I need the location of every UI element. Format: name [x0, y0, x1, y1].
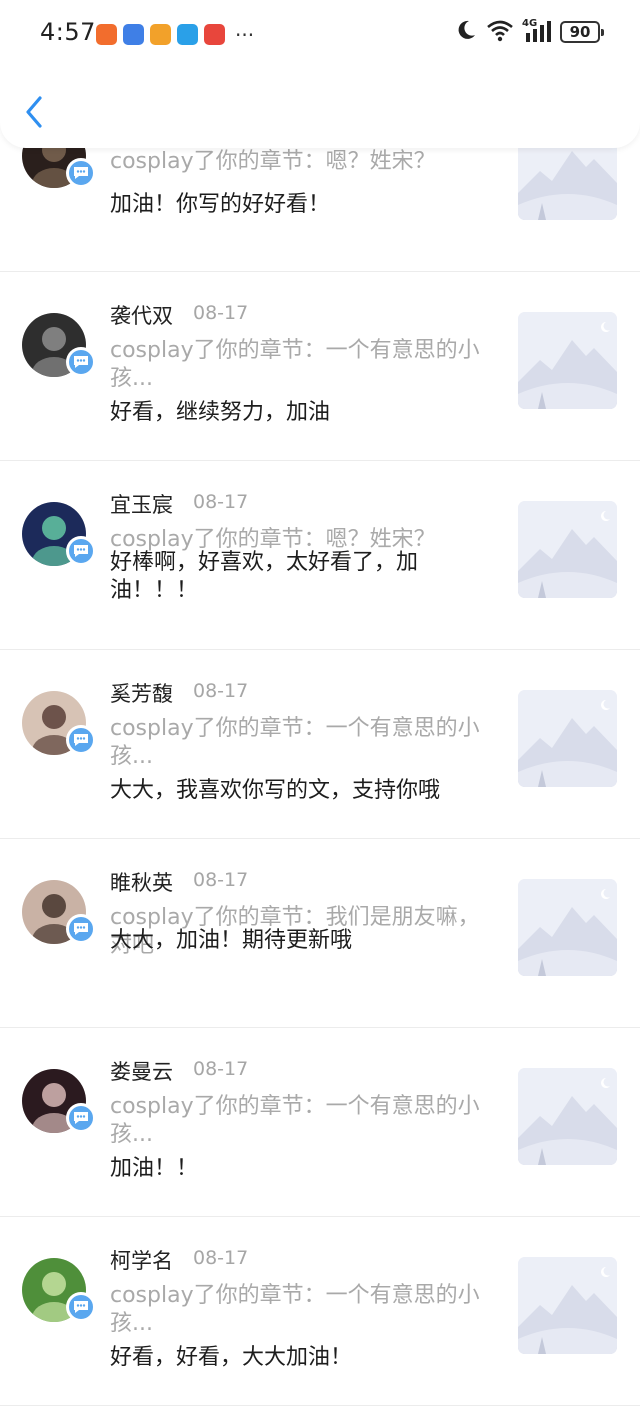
status-right-group: 4G 90 — [454, 18, 604, 46]
comment-item[interactable]: 睢秋英 08-17 cosplay了你的章节：我们是朋友嘛，对吧 大大，加油！期… — [0, 839, 640, 1028]
comment-text: 好看，继续努力，加油 — [110, 400, 331, 425]
chapter-reference[interactable]: cosplay了你的章节：一个有意思的小孩... — [110, 337, 500, 393]
image-placeholder-icon — [518, 312, 617, 409]
app-icon-4 — [177, 24, 198, 45]
image-placeholder-icon — [518, 501, 617, 598]
image-placeholder-icon — [518, 690, 617, 787]
moon-icon — [454, 18, 478, 46]
signal-icon: 4G — [522, 18, 552, 44]
comment-badge-icon — [66, 725, 96, 755]
comment-text: 加油！你写的好好看！ — [110, 192, 331, 217]
comment-text: 大大，我喜欢你写的文，支持你哦 — [110, 778, 441, 803]
chapter-thumbnail[interactable] — [518, 879, 617, 976]
post-date: 08-17 — [193, 680, 249, 702]
comment-item[interactable]: 奚芳馥 08-17 cosplay了你的章节：一个有意思的小孩... 大大，我喜… — [0, 650, 640, 839]
post-date: 08-17 — [193, 1247, 249, 1269]
comment-badge-icon — [66, 347, 96, 377]
comment-badge-icon — [66, 536, 96, 566]
image-placeholder-icon — [518, 1068, 617, 1165]
chapter-reference[interactable]: cosplay了你的章节：嗯？姓宋？ — [110, 148, 500, 176]
comment-text: 好看，好看，大大加油！ — [110, 1345, 353, 1370]
user-name[interactable]: 奚芳馥 — [110, 678, 173, 708]
post-date: 08-17 — [193, 491, 249, 513]
avatar-wrap — [22, 313, 96, 385]
post-date: 08-17 — [193, 1058, 249, 1080]
battery-icon: 90 — [560, 21, 604, 43]
comment-badge-icon — [66, 1103, 96, 1133]
more-notifications-icon: ··· — [235, 22, 255, 47]
chapter-thumbnail[interactable] — [518, 1257, 617, 1354]
avatar-wrap — [22, 691, 96, 763]
top-nav-bar — [0, 62, 640, 148]
wifi-icon — [486, 18, 514, 46]
user-name[interactable]: 柯学名 — [110, 1245, 173, 1275]
status-time: 4:57 — [40, 18, 96, 46]
back-button[interactable] — [20, 92, 52, 132]
post-date: 08-17 — [193, 302, 249, 324]
chapter-thumbnail[interactable] — [518, 1068, 617, 1165]
chapter-reference[interactable]: cosplay了你的章节：一个有意思的小孩... — [110, 715, 500, 771]
comment-item[interactable]: 娄曼云 08-17 cosplay了你的章节：一个有意思的小孩... 加油！！ — [0, 1028, 640, 1217]
avatar-wrap — [22, 1258, 96, 1330]
user-name[interactable]: 宜玉宸 — [110, 489, 173, 519]
comment-list: 明骏年 08-17 cosplay了你的章节：嗯？姓宋？ 加油！你写的好好看！ — [0, 83, 640, 1406]
chapter-thumbnail[interactable] — [518, 312, 617, 409]
avatar-wrap — [22, 880, 96, 952]
avatar-wrap — [22, 502, 96, 574]
comment-badge-icon — [66, 1292, 96, 1322]
image-placeholder-icon — [518, 879, 617, 976]
comment-text: 大大，加油！期待更新哦 — [110, 928, 353, 953]
status-bar: 4:57 ··· 4G 90 — [0, 0, 640, 70]
app-icon-3 — [150, 24, 171, 45]
user-name[interactable]: 娄曼云 — [110, 1056, 173, 1086]
app-icon-2 — [123, 24, 144, 45]
comment-text: 加油！！ — [110, 1156, 199, 1181]
image-placeholder-icon — [518, 1257, 617, 1354]
notification-app-icons: ··· — [96, 24, 254, 45]
post-date: 08-17 — [193, 869, 249, 891]
comment-item[interactable]: 袭代双 08-17 cosplay了你的章节：一个有意思的小孩... 好看，继续… — [0, 272, 640, 461]
comment-badge-icon — [66, 158, 96, 188]
app-icon-1 — [96, 24, 117, 45]
comment-badge-icon — [66, 914, 96, 944]
user-name[interactable]: 袭代双 — [110, 300, 173, 330]
chapter-thumbnail[interactable] — [518, 501, 617, 598]
comment-item[interactable]: 宜玉宸 08-17 cosplay了你的章节：嗯？姓宋？ 好棒啊，好喜欢，太好看… — [0, 461, 640, 650]
chapter-reference[interactable]: cosplay了你的章节：一个有意思的小孩... — [110, 1093, 500, 1149]
chevron-left-icon — [26, 96, 42, 128]
avatar-wrap — [22, 1069, 96, 1141]
chapter-thumbnail[interactable] — [518, 690, 617, 787]
comment-text: 好棒啊，好喜欢，太好看了，加油！！！ — [110, 550, 419, 603]
chapter-reference[interactable]: cosplay了你的章节：一个有意思的小孩... — [110, 1282, 500, 1338]
comment-item[interactable]: 柯学名 08-17 cosplay了你的章节：一个有意思的小孩... 好看，好看… — [0, 1217, 640, 1406]
user-name[interactable]: 睢秋英 — [110, 867, 173, 897]
app-icon-5 — [204, 24, 225, 45]
